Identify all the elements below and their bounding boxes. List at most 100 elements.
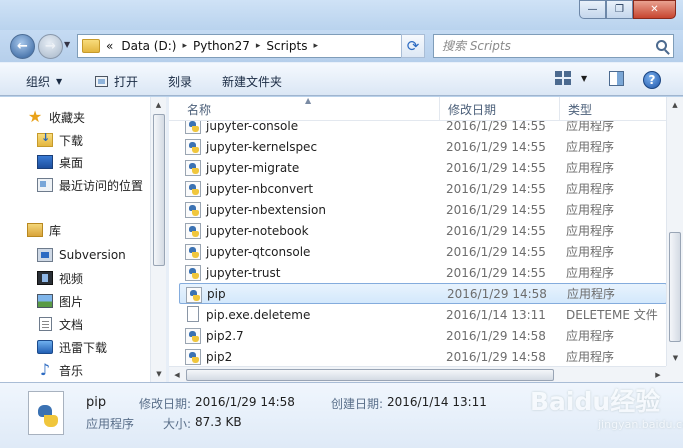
- file-row[interactable]: jupyter-nbextension 2016/1/29 14:55 应用程序: [179, 199, 667, 220]
- file-row[interactable]: jupyter-console 2016/1/29 14:55 应用程序: [179, 121, 667, 136]
- back-button[interactable]: ←: [10, 34, 35, 59]
- file-date-modified: 2016/1/29 14:55: [446, 223, 546, 238]
- open-button[interactable]: 打开: [95, 73, 138, 90]
- file-date-modified: 2016/1/29 14:58: [447, 286, 547, 301]
- file-row[interactable]: jupyter-trust 2016/1/29 14:55 应用程序: [179, 262, 667, 283]
- scroll-left-icon[interactable]: ◀: [169, 367, 185, 382]
- breadcrumb-item-python27[interactable]: Python27: [193, 39, 250, 53]
- file-row-selected[interactable]: pip 2016/1/29 14:58 应用程序: [179, 283, 667, 304]
- breadcrumb-item-scripts[interactable]: Scripts: [266, 39, 307, 53]
- file-name: pip.exe.deleteme: [206, 307, 311, 322]
- sidebar-item-libraries[interactable]: 库: [27, 219, 61, 241]
- sidebar-item-documents[interactable]: 文档: [37, 313, 83, 335]
- file-row[interactable]: pip2.7 2016/1/29 14:58 应用程序: [179, 325, 667, 346]
- views-icon: [555, 71, 571, 85]
- file-name: pip2.7: [206, 328, 244, 343]
- refresh-button[interactable]: ⟳: [401, 34, 425, 58]
- file-row[interactable]: jupyter-kernelspec 2016/1/29 14:55 应用程序: [179, 136, 667, 157]
- refresh-icon: ⟳: [406, 37, 420, 55]
- sidebar-item-favorites[interactable]: ★ 收藏夹: [27, 106, 85, 128]
- search-input[interactable]: [434, 35, 644, 57]
- sidebar-item-pictures[interactable]: 图片: [37, 290, 83, 312]
- close-button[interactable]: ✕: [633, 0, 676, 19]
- scroll-down-icon[interactable]: ▼: [667, 350, 683, 366]
- breadcrumb-separator[interactable]: ▸: [313, 41, 318, 51]
- documents-library-icon: [39, 317, 52, 331]
- navigation-pane-scrollbar[interactable]: ▲ ▼: [150, 97, 166, 382]
- sidebar-item-recent-places[interactable]: 最近访问的位置: [37, 174, 143, 196]
- details-created-label: 创建日期:: [331, 397, 384, 411]
- python-exe-icon: [186, 287, 202, 303]
- minimize-button[interactable]: —: [579, 0, 606, 19]
- breadcrumb-overflow[interactable]: «: [106, 39, 113, 53]
- scroll-down-icon[interactable]: ▼: [151, 366, 166, 382]
- folder-icon: [82, 39, 100, 53]
- views-dropdown-icon[interactable]: ▼: [581, 74, 587, 83]
- scrollbar-thumb[interactable]: [186, 369, 554, 381]
- file-row[interactable]: jupyter-qtconsole 2016/1/29 14:55 应用程序: [179, 241, 667, 262]
- file-list-horizontal-scrollbar[interactable]: ◀ ▶: [169, 366, 666, 382]
- scroll-right-icon[interactable]: ▶: [650, 367, 666, 382]
- breadcrumb-separator[interactable]: ▸: [256, 41, 261, 51]
- breadcrumb-item-drive[interactable]: Data (D:): [121, 39, 176, 53]
- python-exe-icon: [185, 121, 201, 134]
- caret-down-icon: ▼: [56, 77, 63, 86]
- downloads-folder-icon: [37, 131, 53, 147]
- sidebar-item-downloads[interactable]: 下载: [37, 129, 83, 151]
- column-header-name[interactable]: 名称: [179, 97, 440, 121]
- organize-label: 组织: [26, 75, 51, 89]
- address-bar[interactable]: « Data (D:) ▸ Python27 ▸ Scripts ▸: [77, 34, 425, 58]
- desktop-icon: [37, 155, 53, 169]
- command-toolbar: 组织 ▼ 打开 刻录 新建文件夹 ▼ ?: [0, 62, 683, 96]
- library-icon: [27, 223, 43, 237]
- column-header-date-modified[interactable]: 修改日期: [440, 97, 560, 121]
- recent-pages-dropdown[interactable]: ▼: [64, 40, 70, 49]
- sidebar-item-label: 文档: [59, 317, 84, 332]
- sidebar-item-subversion[interactable]: Subversion: [37, 244, 126, 266]
- sidebar-item-music[interactable]: ♪ 音乐: [37, 359, 83, 381]
- sidebar-item-label: 迅雷下载: [59, 340, 108, 355]
- burn-button[interactable]: 刻录: [168, 73, 192, 90]
- python-exe-icon: [185, 202, 201, 218]
- organize-menu[interactable]: 组织 ▼: [26, 73, 62, 90]
- sidebar-item-label: 音乐: [59, 363, 84, 378]
- file-type: 应用程序: [566, 350, 615, 364]
- file-row[interactable]: jupyter-notebook 2016/1/29 14:55 应用程序: [179, 220, 667, 241]
- file-date-modified: 2016/1/14 13:11: [446, 307, 546, 322]
- file-row[interactable]: pip2 2016/1/29 14:58 应用程序: [179, 346, 667, 366]
- file-row[interactable]: jupyter-nbconvert 2016/1/29 14:55 应用程序: [179, 178, 667, 199]
- file-date-modified: 2016/1/29 14:55: [446, 121, 546, 133]
- scroll-up-icon[interactable]: ▲: [667, 97, 683, 113]
- file-date-modified: 2016/1/29 14:55: [446, 265, 546, 280]
- forward-button[interactable]: →: [38, 34, 63, 59]
- help-button[interactable]: ?: [643, 71, 661, 89]
- file-name: jupyter-nbconvert: [206, 181, 314, 196]
- file-name: pip: [207, 286, 226, 301]
- maximize-button[interactable]: ❐: [606, 0, 633, 19]
- search-icon[interactable]: [656, 40, 667, 51]
- search-box[interactable]: [433, 34, 674, 58]
- file-type: 应用程序: [567, 287, 616, 301]
- scrollbar-thumb[interactable]: [669, 232, 681, 342]
- column-header-type[interactable]: 类型: [560, 97, 667, 121]
- details-size-value: 87.3 KB: [195, 415, 242, 429]
- scrollbar-thumb[interactable]: [153, 114, 165, 266]
- file-name: jupyter-nbextension: [206, 202, 326, 217]
- breadcrumb-separator[interactable]: ▸: [182, 41, 187, 51]
- details-file-type: 应用程序: [86, 417, 135, 431]
- file-row[interactable]: jupyter-migrate 2016/1/29 14:55 应用程序: [179, 157, 667, 178]
- details-modified-value: 2016/1/29 14:58: [195, 395, 295, 409]
- sidebar-item-desktop[interactable]: 桌面: [37, 151, 83, 173]
- file-list-vertical-scrollbar[interactable]: ▲ ▼: [666, 97, 683, 366]
- details-created-value: 2016/1/14 13:11: [387, 395, 487, 409]
- scroll-up-icon[interactable]: ▲: [151, 97, 166, 113]
- sidebar-item-xunlei-downloads[interactable]: 迅雷下载: [37, 336, 107, 358]
- new-folder-button[interactable]: 新建文件夹: [222, 73, 282, 90]
- sidebar-item-videos[interactable]: 视频: [37, 267, 83, 289]
- sidebar-item-label: 收藏夹: [49, 110, 86, 125]
- change-view-button[interactable]: ▼: [555, 71, 587, 85]
- preview-pane-button[interactable]: [609, 71, 624, 86]
- file-date-modified: 2016/1/29 14:55: [446, 160, 546, 175]
- open-icon: [95, 76, 108, 87]
- file-row[interactable]: pip.exe.deleteme 2016/1/14 13:11 DELETEME …: [179, 304, 667, 325]
